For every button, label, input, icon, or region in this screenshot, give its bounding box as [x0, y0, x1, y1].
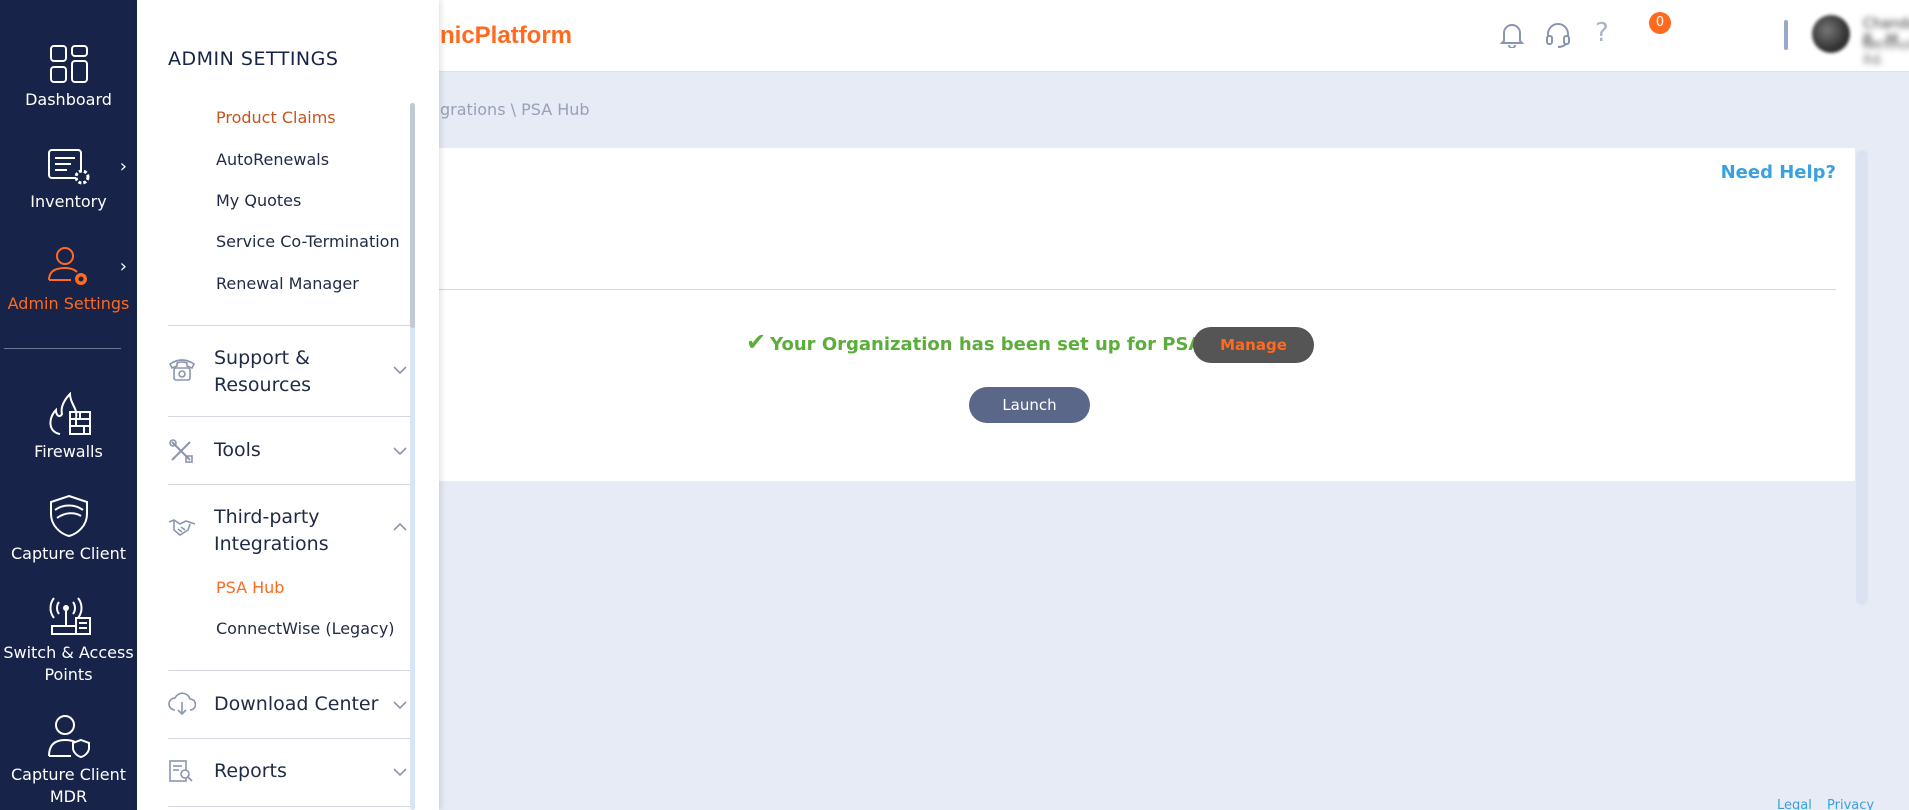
launch-button[interactable]: Launch	[969, 387, 1090, 423]
nav-divider	[4, 348, 121, 349]
manage-button[interactable]: Manage	[1193, 327, 1314, 363]
section-label-tools: Tools	[214, 439, 261, 461]
capture-client-mdr-icon	[47, 715, 90, 758]
section-label-integrations: Third-party Integrations	[214, 504, 329, 558]
nav-item-capture-client[interactable]: Capture Client	[0, 494, 137, 563]
help-question-icon[interactable]: ?	[1595, 18, 1609, 48]
nav-label-firewalls: Firewalls	[34, 442, 103, 461]
nav-label-switch-access-points: Switch & Access Points	[3, 643, 134, 684]
setup-status-text: Your Organization has been set up for PS…	[770, 334, 1257, 355]
nav-item-capture-client-mdr[interactable]: Capture Client MDR	[0, 714, 137, 808]
nav-item-dashboard[interactable]: Dashboard	[0, 44, 137, 109]
nav-label-admin-settings: Admin Settings	[7, 294, 130, 313]
link-my-quotes[interactable]: My Quotes	[216, 191, 301, 210]
reports-icon	[169, 760, 193, 782]
section-label-integrations-line2: Integrations	[214, 533, 329, 555]
nav-label-dashboard: Dashboard	[25, 90, 112, 109]
inventory-icon	[47, 149, 89, 185]
switch-ap-icon	[49, 597, 91, 635]
link-connectwise-legacy[interactable]: ConnectWise (Legacy)	[216, 619, 395, 638]
nav-item-firewalls[interactable]: Firewalls	[0, 392, 137, 461]
setup-status: ✔ Your Organization has been set up for P…	[746, 328, 1256, 356]
psa-hub-status-panel: Need Help? ✔ Your Organization has been s…	[438, 148, 1855, 481]
breadcrumb[interactable]: grations \ PSA Hub	[440, 100, 590, 119]
section-label-download-center: Download Center	[214, 693, 379, 715]
admin-settings-icon	[47, 247, 87, 285]
main-scrollbar-thumb[interactable]	[1856, 150, 1868, 605]
nav-item-inventory[interactable]: Inventory ›	[0, 148, 137, 211]
brand-logo-text[interactable]: nicPlatform	[440, 22, 572, 50]
link-autorenewals[interactable]: AutoRenewals	[216, 150, 329, 169]
admin-settings-flyout: ADMIN SETTINGS Product Claims AutoRenewa…	[137, 0, 439, 810]
support-phone-icon	[168, 359, 196, 381]
link-service-co-termination[interactable]: Service Co-Termination	[216, 232, 400, 251]
headset-support-icon[interactable]	[1545, 22, 1571, 48]
left-nav: Dashboard Inventory › Admin Settings › F…	[0, 0, 137, 810]
nav-item-switch-access-points[interactable]: Switch & Access Points	[0, 596, 137, 686]
link-renewal-manager[interactable]: Renewal Manager	[216, 274, 359, 293]
section-reports[interactable]	[168, 739, 410, 806]
section-label-support-line2: Resources	[214, 374, 312, 396]
need-help-link[interactable]: Need Help?	[1721, 162, 1836, 183]
chevron-right-icon: ›	[119, 156, 127, 177]
chevron-down-icon[interactable]	[393, 768, 407, 777]
user-org: technologi, ltd.	[1863, 38, 1909, 68]
capture-client-icon	[49, 494, 88, 538]
chevron-down-icon[interactable]	[393, 701, 407, 710]
flyout-scrollbar-thumb[interactable]	[410, 103, 415, 328]
section-label-integrations-line1: Third-party	[214, 506, 320, 528]
tools-icon	[169, 439, 193, 463]
handshake-icon	[168, 519, 196, 536]
nav-label-capture-client: Capture Client	[10, 544, 127, 563]
section-divider	[168, 806, 410, 807]
psa-hub-card: Need Help? ✔ Your Organization has been s…	[438, 148, 1855, 788]
link-product-claims[interactable]: Product Claims	[216, 108, 336, 127]
dashboard-icon	[49, 45, 88, 83]
chevron-up-icon[interactable]	[393, 522, 407, 531]
checkmark-icon: ✔	[746, 328, 767, 356]
nav-label-inventory: Inventory	[30, 192, 107, 211]
avatar[interactable]	[1812, 15, 1850, 53]
section-tools[interactable]	[168, 417, 410, 484]
link-psa-hub[interactable]: PSA Hub	[216, 578, 284, 597]
chevron-down-icon[interactable]	[393, 366, 407, 375]
chevron-down-icon[interactable]	[393, 447, 407, 456]
section-label-reports: Reports	[214, 760, 287, 782]
nav-label-capture-client-mdr: Capture Client MDR	[10, 765, 127, 806]
footer-legal-link[interactable]: Legal	[1777, 798, 1812, 810]
chevron-right-icon: ›	[119, 256, 127, 277]
nav-item-admin-settings[interactable]: Admin Settings ›	[0, 246, 137, 313]
firewall-icon	[49, 392, 91, 435]
bell-icon[interactable]	[1500, 22, 1524, 48]
notification-count-badge: 0	[1649, 12, 1671, 34]
section-label-support: Support & Resources	[214, 345, 311, 399]
section-label-support-line1: Support &	[214, 347, 310, 369]
card-divider	[438, 289, 1836, 290]
flyout-title: ADMIN SETTINGS	[168, 48, 339, 70]
footer-privacy-link[interactable]: Privacy	[1827, 798, 1874, 810]
header-separator	[1784, 20, 1788, 50]
cloud-download-icon	[168, 692, 196, 716]
